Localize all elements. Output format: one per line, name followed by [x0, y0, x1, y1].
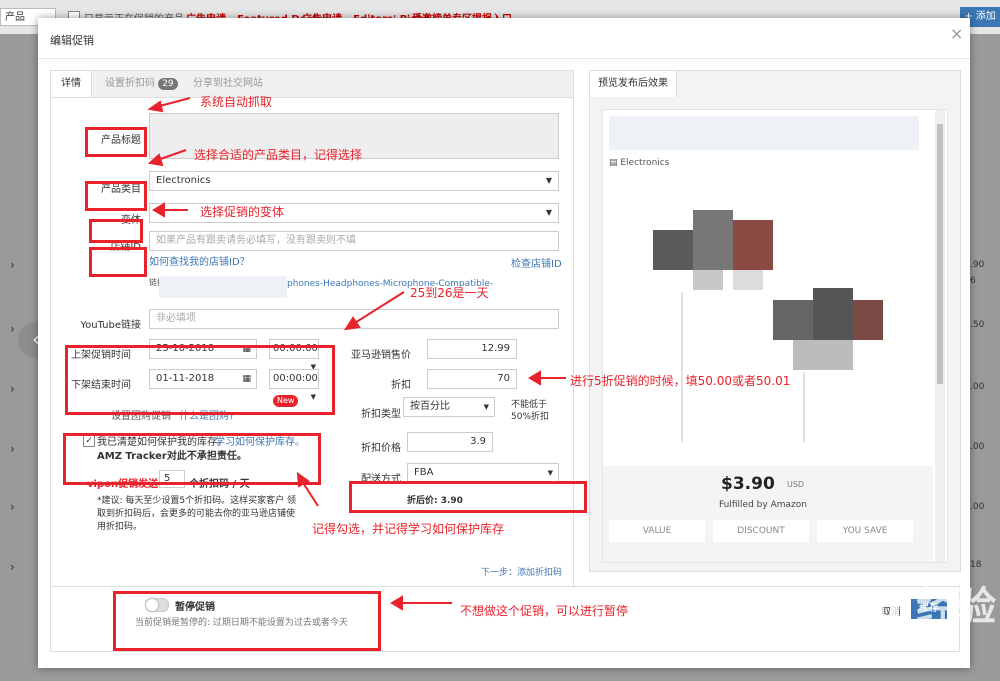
- watermark-url: jingyan.baidu.com: [770, 632, 900, 648]
- watermark-logo: Bai du 经验: [760, 584, 997, 630]
